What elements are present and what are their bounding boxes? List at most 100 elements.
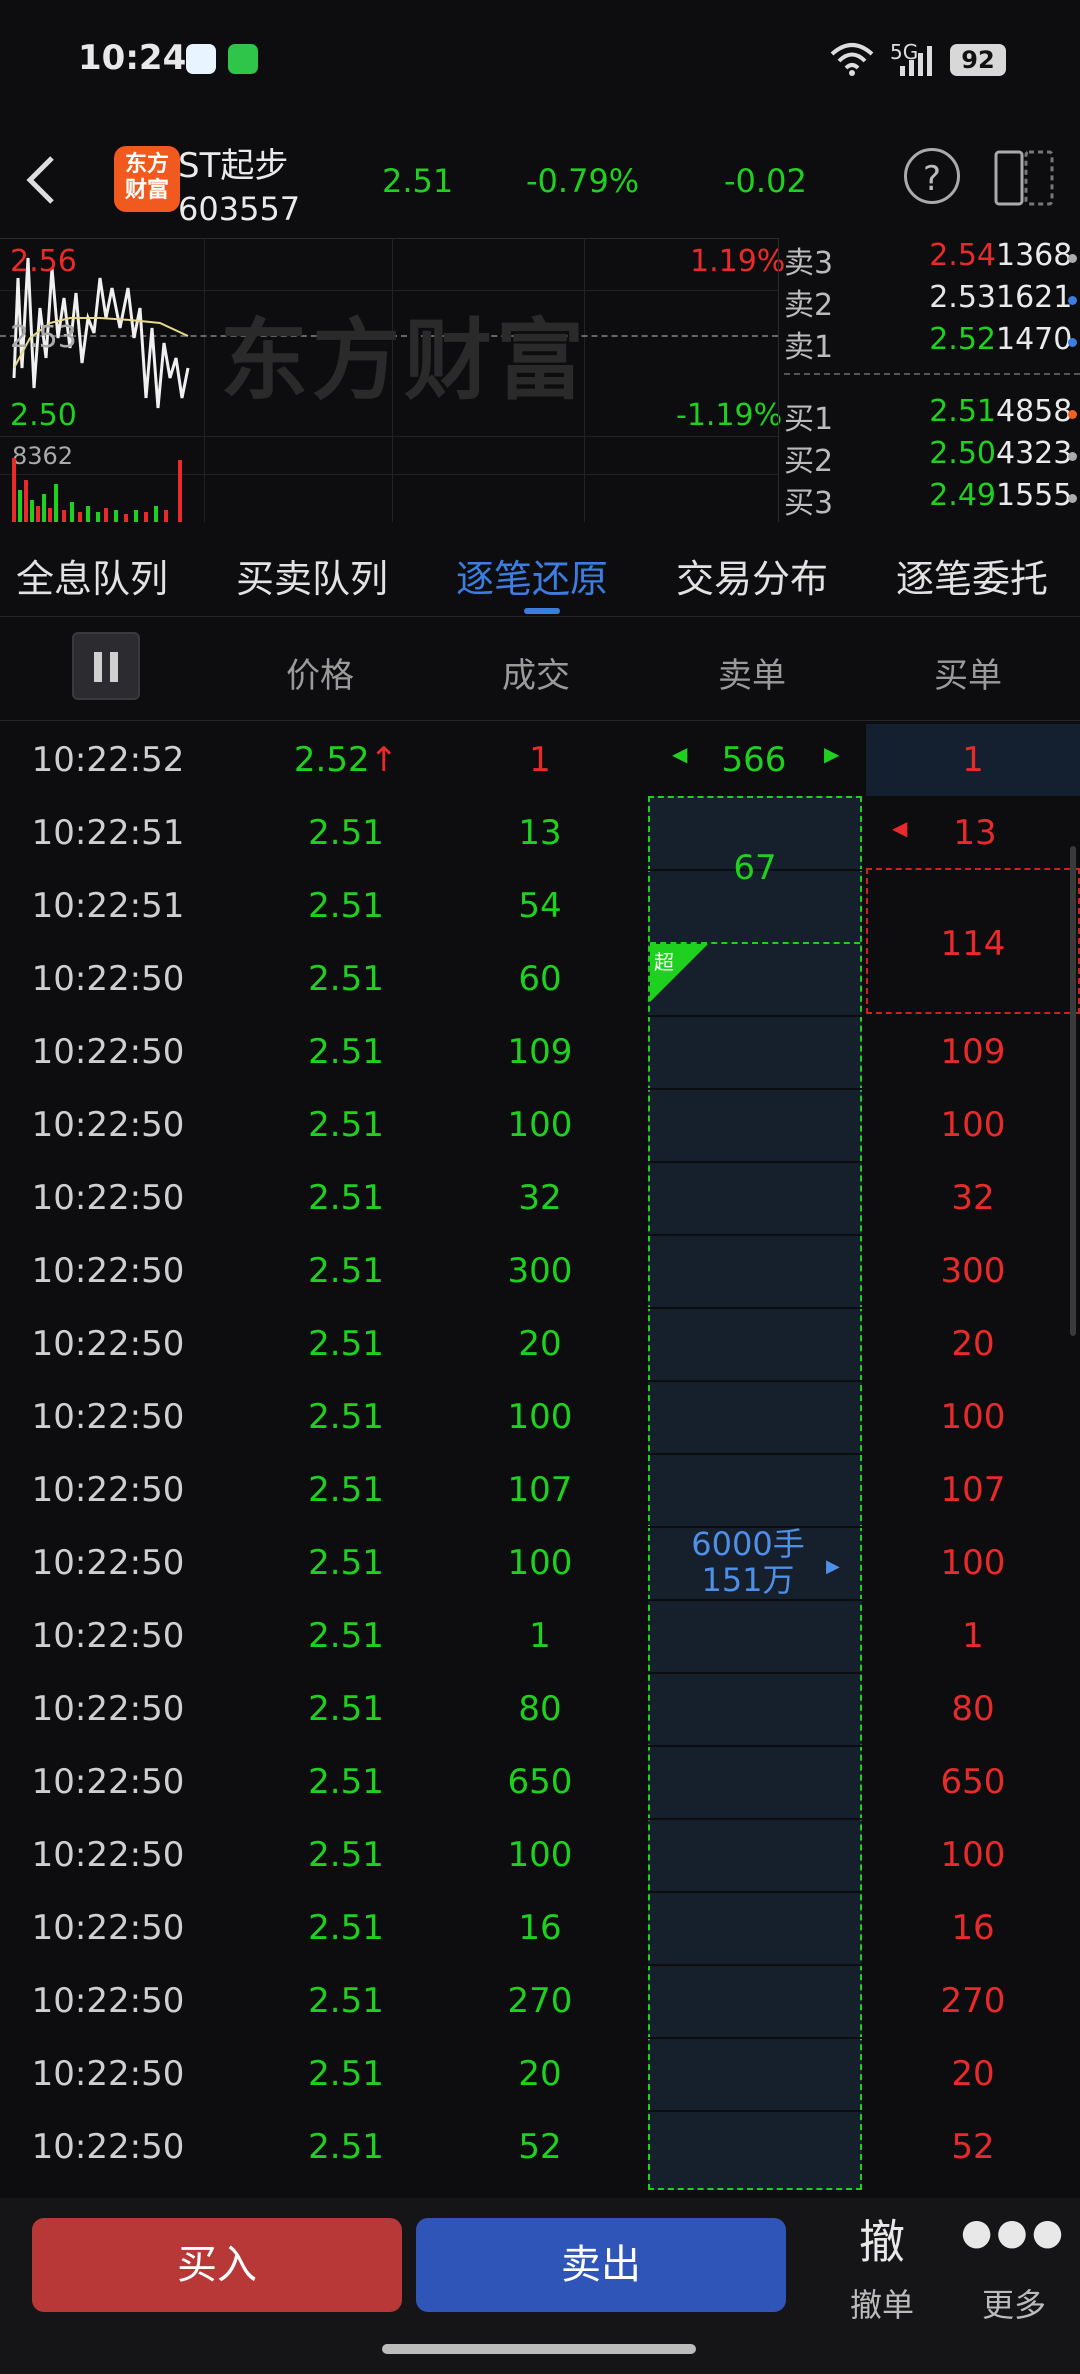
row-price: 2.51 (308, 1324, 384, 1364)
row-volume: 100 (507, 1835, 573, 1875)
buy-merged-value: 114 (940, 924, 1006, 964)
table-row[interactable]: 10:22:50 2.51 20 20 (0, 2038, 1080, 2111)
row-buy: 16 (951, 1908, 995, 1948)
order-book-row[interactable]: 卖2 2.53 1621 (784, 280, 1080, 323)
order-book-row[interactable]: 买1 2.51 4858 (784, 394, 1080, 437)
table-row[interactable]: 10:22:50 2.51 100 100 (0, 1381, 1080, 1454)
col-deal: 成交 (502, 656, 570, 696)
row-buy: 20 (951, 2054, 995, 2094)
row-price: 2.51 (308, 1543, 384, 1583)
tab-tick-restore[interactable]: 逐笔还原 (456, 548, 608, 603)
pause-button[interactable] (72, 632, 140, 700)
row-volume: 270 (507, 1981, 573, 2021)
row-buy: 100 (940, 1397, 1006, 1437)
order-book-row[interactable]: 买2 2.50 4323 (784, 436, 1080, 479)
table-row[interactable]: 10:22:50 2.51 650 650 (0, 1746, 1080, 1819)
more-label[interactable]: 更多 (954, 2280, 1074, 2326)
table-row[interactable]: 10:22:51 2.51 13 13 (0, 797, 1080, 870)
change-amount: -0.02 (724, 162, 807, 200)
row-buy: 1 (962, 1616, 984, 1656)
table-row[interactable]: 10:22:50 2.51 100 100 (0, 1089, 1080, 1162)
tab-tick-orders[interactable]: 逐笔委托 (896, 548, 1080, 603)
row-volume: 109 (507, 1032, 573, 1072)
sell-button[interactable]: 卖出 (416, 2218, 786, 2312)
switch-screen-icon[interactable] (994, 150, 1054, 206)
ob-dot-icon (1068, 338, 1077, 347)
order-book-row[interactable]: 买3 2.49 1555 (784, 478, 1080, 521)
row-volume: 54 (518, 886, 562, 926)
row-buy: 52 (951, 2127, 995, 2167)
table-row[interactable]: 10:22:50 2.51 100 100 (0, 1527, 1080, 1600)
ob-dot-icon (1068, 494, 1077, 503)
row-volume: 20 (518, 1324, 562, 1364)
more-icon[interactable]: ●●● (954, 2212, 1074, 2253)
scrollbar[interactable] (1070, 846, 1076, 1336)
table-row[interactable]: 10:22:50 2.51 32 32 (0, 1162, 1080, 1235)
current-price: 2.51 (382, 162, 454, 200)
row-price: 2.51 (308, 1762, 384, 1802)
tab-buy-sell-queue[interactable]: 买卖队列 (236, 548, 388, 603)
row-time: 10:22:50 (31, 1835, 185, 1875)
table-row[interactable]: 10:22:50 2.51 52 52 (0, 2111, 1080, 2184)
row-time: 10:22:50 (31, 2054, 185, 2094)
home-indicator[interactable] (382, 2344, 696, 2354)
tab-full-queue[interactable]: 全息队列 (16, 548, 168, 603)
row-volume: 300 (507, 1251, 573, 1291)
row-volume: 80 (518, 1689, 562, 1729)
table-row[interactable]: 10:22:50 2.51 100 100 (0, 1819, 1080, 1892)
row-volume: 100 (507, 1105, 573, 1145)
cancel-label[interactable]: 撤单 (822, 2280, 942, 2326)
table-row[interactable]: 10:22:52 2.52↑ 1 1 (0, 724, 1080, 797)
row-price: 2.51 (308, 2127, 384, 2167)
tab-trade-distribution[interactable]: 交易分布 (676, 548, 828, 603)
table-row[interactable]: 10:22:50 2.51 1 1 (0, 1600, 1080, 1673)
row-time: 10:22:50 (31, 1105, 185, 1145)
row-time: 10:22:50 (31, 1543, 185, 1583)
table-row[interactable]: 10:22:50 2.51 16 16 (0, 1892, 1080, 1965)
chart-high-pct: 1.19% (690, 244, 786, 279)
status-time: 10:24 (78, 38, 187, 78)
row-volume: 100 (507, 1397, 573, 1437)
col-price: 价格 (286, 656, 354, 696)
row-volume: 13 (518, 813, 562, 853)
table-row[interactable]: 10:22:50 2.51 300 300 (0, 1235, 1080, 1308)
row-time: 10:22:50 (31, 1251, 185, 1291)
table-row[interactable]: 10:22:50 2.51 80 80 (0, 1673, 1080, 1746)
buy-button[interactable]: 买入 (32, 2218, 402, 2312)
row-price: 2.51 (308, 1616, 384, 1656)
back-arrow-icon[interactable] (18, 150, 62, 210)
row-buy: 107 (940, 1470, 1006, 1510)
table-row[interactable]: 10:22:50 2.51 270 270 (0, 1965, 1080, 2038)
cancel-icon[interactable]: 撤 (822, 2206, 942, 2272)
table-row[interactable]: 10:22:50 2.51 109 109 (0, 1016, 1080, 1089)
ob-price: 2.52 (929, 322, 996, 357)
row-price: 2.51 (308, 1908, 384, 1948)
row-buy: 80 (951, 1689, 995, 1729)
order-book-row[interactable]: 卖1 2.52 1470 (784, 322, 1080, 365)
row-buy: 1 (962, 740, 984, 780)
row-time: 10:22:50 (31, 1689, 185, 1729)
table-row[interactable]: 10:22:50 2.51 107 107 (0, 1454, 1080, 1527)
sell-block-small[interactable]: 67 (650, 848, 860, 888)
row-price: 2.51 (308, 1251, 384, 1291)
row-time: 10:22:51 (31, 813, 185, 853)
stock-name: ST起步 (178, 146, 289, 186)
help-icon[interactable]: ? (904, 148, 960, 204)
ob-level: 买1 (784, 402, 834, 437)
pause-icon (94, 652, 102, 682)
ob-volume: 1621 (996, 280, 1073, 315)
col-sell-order: 卖单 (718, 656, 786, 696)
row-price: 2.51 (308, 1981, 384, 2021)
message-app-icon (228, 44, 258, 74)
first-sell-order[interactable]: 566 (698, 740, 810, 780)
sell-block-big[interactable]: 6000手 151万 (668, 1526, 828, 1598)
row-volume: 20 (518, 2054, 562, 2094)
order-book-row[interactable]: 卖3 2.54 1368 (784, 238, 1080, 281)
volume-bars (12, 458, 182, 522)
table-row[interactable]: 10:22:50 2.51 20 20 (0, 1308, 1080, 1381)
row-volume: 32 (518, 1178, 562, 1218)
triangle-right-icon: ▶ (824, 742, 840, 766)
chart-prev-close: 2.53 (10, 320, 77, 355)
row-time: 10:22:50 (31, 1908, 185, 1948)
chart-low-pct: -1.19% (676, 398, 783, 433)
